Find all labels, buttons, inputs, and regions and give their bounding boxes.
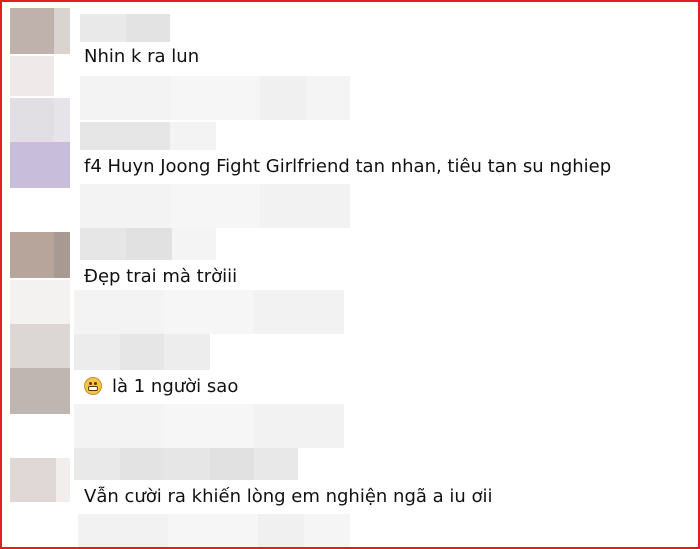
- reply-actions-blurred: [164, 404, 254, 448]
- username-blurred: [74, 448, 120, 480]
- reply-actions-blurred: [78, 514, 168, 547]
- avatar[interactable]: [10, 232, 54, 278]
- avatar[interactable]: [10, 458, 56, 502]
- reply-actions-blurred: [164, 290, 254, 334]
- reply-actions-blurred: [258, 514, 304, 547]
- reply-actions-blurred: [170, 76, 260, 120]
- comment-text: Nhin k ra lun: [84, 46, 200, 67]
- username-blurred: [254, 448, 298, 480]
- avatar[interactable]: [10, 8, 54, 54]
- reply-actions-blurred: [304, 514, 350, 547]
- reply-actions-blurred: [260, 76, 306, 120]
- reply-actions-blurred: [306, 76, 350, 120]
- avatar-edge: [54, 8, 70, 54]
- reply-actions-blurred: [260, 184, 350, 228]
- username-blurred: [210, 448, 254, 480]
- username-blurred: [172, 228, 216, 260]
- reply-actions-blurred: [80, 184, 170, 228]
- username-blurred: [164, 448, 210, 480]
- reply-actions-blurred: [74, 290, 164, 334]
- reply-actions-blurred: [168, 514, 258, 547]
- username-blurred: [74, 334, 120, 370]
- reply-actions-blurred: [254, 290, 344, 334]
- comment-text: Vẫn cười ra khiến lòng em nghiện ngã a i…: [84, 486, 493, 507]
- username-blurred: [120, 334, 164, 370]
- reply-actions-blurred: [254, 404, 344, 448]
- avatar-edge: [54, 232, 70, 278]
- avatar[interactable]: [10, 142, 70, 188]
- avatar[interactable]: [10, 368, 70, 414]
- username-blurred: [120, 448, 164, 480]
- avatar-blurred: [10, 280, 70, 324]
- comment-text: là 1 người sao: [84, 376, 238, 397]
- username-blurred: [80, 228, 126, 260]
- reply-actions-blurred: [80, 76, 170, 120]
- avatar-blurred: [10, 98, 54, 142]
- comment-section-screenshot: Nhin k ra lun f4 Huyn Joong Fight Girlfr…: [0, 0, 700, 549]
- avatar-edge: [56, 458, 70, 502]
- avatar-blurred: [10, 56, 54, 96]
- username-blurred: [80, 14, 126, 42]
- username-blurred: [170, 122, 216, 150]
- username-blurred: [164, 334, 210, 370]
- comment-text: Đẹp trai mà trờiii: [84, 266, 238, 287]
- reply-actions-blurred: [74, 404, 164, 448]
- username-blurred: [126, 228, 172, 260]
- reply-actions-blurred: [170, 184, 260, 228]
- grimacing-face-icon: [84, 377, 102, 395]
- username-blurred: [126, 14, 170, 42]
- avatar-blurred: [10, 324, 70, 368]
- comment-text-body: là 1 người sao: [112, 376, 239, 397]
- username-blurred: [80, 122, 170, 150]
- avatar-edge: [54, 98, 70, 142]
- comment-text: f4 Huyn Joong Fight Girlfriend tan nhan,…: [84, 156, 612, 177]
